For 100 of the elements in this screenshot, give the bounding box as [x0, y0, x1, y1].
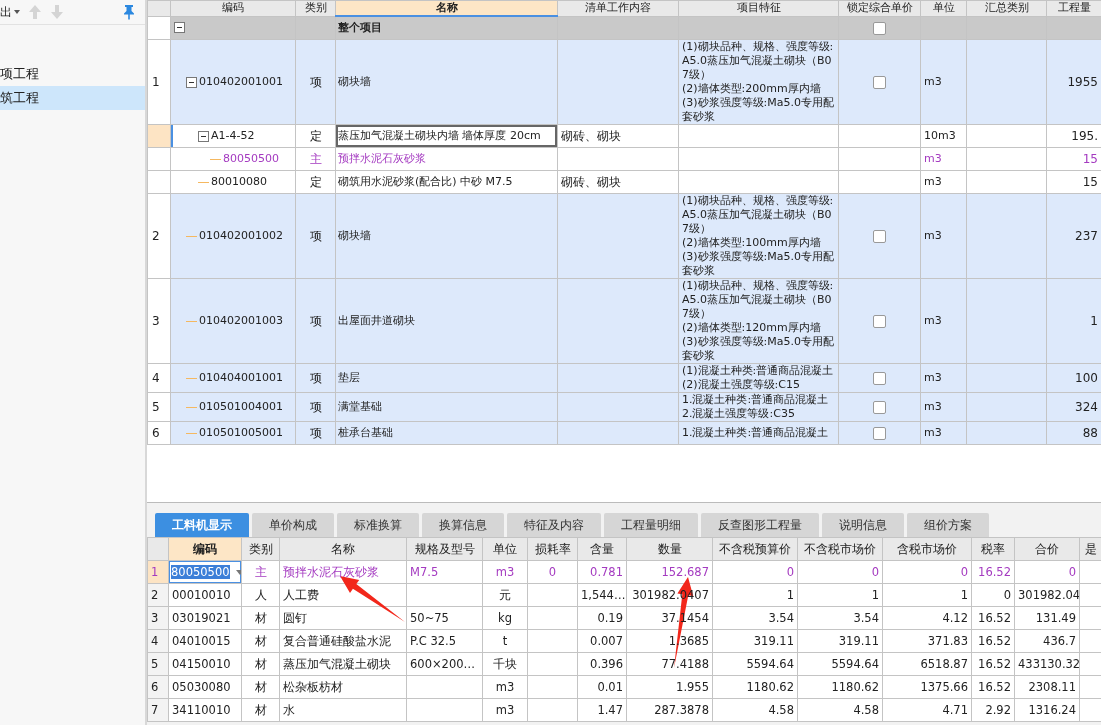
column-header[interactable]: 工程量 — [1046, 0, 1101, 16]
table-cell: 05030080 — [168, 675, 242, 699]
table-cell: 1 — [882, 583, 972, 607]
item-code: 010402001003 — [199, 314, 283, 328]
table-cell: 项 — [295, 39, 336, 125]
tab[interactable]: 特征及内容 — [507, 513, 601, 537]
collapse-icon[interactable] — [186, 76, 197, 88]
column-header[interactable]: 不含税市场价 — [797, 537, 883, 561]
table-cell: 元 — [482, 583, 528, 607]
table-cell: 00010010 — [168, 583, 242, 607]
table-cell: 287.3878 — [626, 698, 713, 722]
item-code: 010501005001 — [199, 426, 283, 440]
dropdown-icon[interactable] — [235, 569, 241, 575]
pin-icon[interactable] — [123, 4, 135, 20]
checkbox[interactable] — [873, 76, 886, 89]
checkbox[interactable] — [873, 21, 886, 35]
row-number: 5 — [147, 392, 171, 422]
table-cell: 436.7 — [1014, 629, 1080, 653]
column-header[interactable]: 数量 — [626, 537, 713, 561]
tree-item[interactable]: 筑工程 — [0, 86, 145, 110]
tab[interactable]: 工程量明细 — [604, 513, 698, 537]
tab[interactable]: 反查图形工程量 — [701, 513, 819, 537]
column-header[interactable]: 类别 — [241, 537, 280, 561]
table-cell: 砌砖、砌块 — [557, 124, 679, 148]
tab[interactable]: 换算信息 — [422, 513, 504, 537]
column-header[interactable]: 合价 — [1014, 537, 1080, 561]
column-header[interactable]: 清单工作内容 — [557, 0, 679, 16]
column-header[interactable]: 名称 — [335, 0, 558, 16]
table-cell: 水 — [279, 698, 407, 722]
tab[interactable]: 组价方案 — [907, 513, 989, 537]
column-header[interactable]: 编码 — [170, 0, 296, 16]
checkbox[interactable] — [873, 372, 886, 385]
item-code: 010402001002 — [199, 229, 283, 243]
table-cell: 1,544… — [577, 583, 627, 607]
table-cell: 3.54 — [712, 606, 798, 630]
column-header[interactable]: 单位 — [920, 0, 967, 16]
table-cell: 5594.64 — [797, 652, 883, 676]
table-cell: 04150010 — [168, 652, 242, 676]
table-cell: 材 — [241, 629, 280, 653]
checkbox[interactable] — [873, 401, 886, 414]
table-cell: 1375.66 — [882, 675, 972, 699]
column-header[interactable]: 含税市场价 — [882, 537, 972, 561]
table-cell: 1.47 — [577, 698, 627, 722]
table-cell: 1 — [797, 583, 883, 607]
row-number: 6 — [147, 675, 169, 699]
table-cell: 1 — [1046, 278, 1101, 364]
item-code: 80010080 — [211, 175, 267, 189]
table-cell: 0.01 — [577, 675, 627, 699]
table-cell: 0 — [1014, 560, 1080, 584]
table-cell: 项 — [295, 278, 336, 364]
checkbox[interactable] — [873, 230, 886, 243]
tab[interactable]: 标准换算 — [337, 513, 419, 537]
table-cell: 77.4188 — [626, 652, 713, 676]
tree-item[interactable]: 项工程 — [0, 62, 145, 86]
column-header[interactable]: 锁定综合单价 — [838, 0, 921, 16]
column-header[interactable]: 编码 — [168, 537, 242, 561]
tab[interactable]: 说明信息 — [822, 513, 904, 537]
row-number: 4 — [147, 363, 171, 393]
table-cell: 人 — [241, 583, 280, 607]
column-header[interactable]: 项目特征 — [678, 0, 839, 16]
column-header[interactable]: 是 — [1079, 537, 1101, 561]
table-cell: 1.955 — [626, 675, 713, 699]
tab[interactable]: 单价构成 — [252, 513, 334, 537]
table-cell: 371.83 — [882, 629, 972, 653]
column-header[interactable]: 规格及型号 — [406, 537, 483, 561]
table-cell: 3.54 — [797, 606, 883, 630]
table-cell: m3 — [482, 675, 528, 699]
table-cell: 4.12 — [882, 606, 972, 630]
item-code: 80050500 — [223, 152, 279, 166]
column-header[interactable]: 税率 — [971, 537, 1015, 561]
table-cell: 4.58 — [797, 698, 883, 722]
table-cell: 237 — [1046, 193, 1101, 279]
column-header[interactable]: 损耗率 — [527, 537, 578, 561]
column-header[interactable]: 不含税预算价 — [712, 537, 798, 561]
table-cell: 0.396 — [577, 652, 627, 676]
export-menu[interactable]: 出 — [0, 3, 20, 21]
checkbox[interactable] — [873, 315, 886, 328]
table-cell: t — [482, 629, 528, 653]
collapse-icon[interactable] — [174, 22, 185, 34]
tree-line — [186, 377, 197, 379]
table-cell: 蒸压加气混凝土砌块内墙 墙体厚度 20cm — [335, 124, 558, 148]
column-header[interactable]: 含量 — [577, 537, 627, 561]
table-cell: 03019021 — [168, 606, 242, 630]
column-header[interactable]: 单位 — [482, 537, 528, 561]
checkbox[interactable] — [873, 427, 886, 440]
table-cell: (1)砌块品种、规格、强度等级:A5.0蒸压加气混凝土砌块（B07级） (2)墙体类型:100mm厚内墙 (3)砂浆强度等级:Ma5.0专用配套砂浆 — [678, 193, 839, 279]
collapse-icon[interactable] — [198, 130, 209, 142]
column-header[interactable]: 汇总类别 — [966, 0, 1047, 16]
code-field[interactable]: 80050500 — [171, 565, 230, 579]
table-cell: 材 — [241, 698, 280, 722]
column-header[interactable]: 名称 — [279, 537, 407, 561]
table-cell: 0 — [712, 560, 798, 584]
column-header[interactable]: 类别 — [295, 0, 336, 16]
tree-line — [198, 181, 209, 183]
table-cell: 1 — [712, 583, 798, 607]
table-cell: (1)砌块品种、规格、强度等级:A5.0蒸压加气混凝土砌块（B07级） (2)墙体类型:200mm厚内墙 (3)砂浆强度等级:Ma5.0专用配套砂浆 — [678, 39, 839, 125]
table-cell: 131.49 — [1014, 606, 1080, 630]
table-cell: 整个项目 — [335, 16, 558, 40]
table-cell: 16.52 — [971, 560, 1015, 584]
row-number: 2 — [147, 193, 171, 279]
